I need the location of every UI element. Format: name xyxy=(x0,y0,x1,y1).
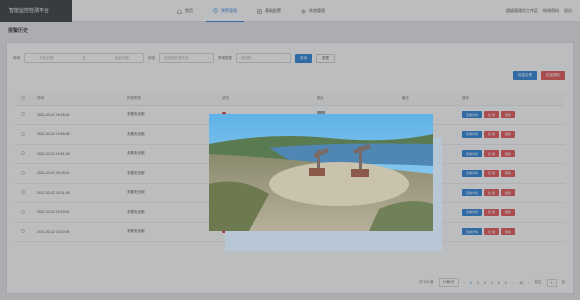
preview-photo xyxy=(209,114,433,231)
image-preview[interactable] xyxy=(209,114,433,231)
